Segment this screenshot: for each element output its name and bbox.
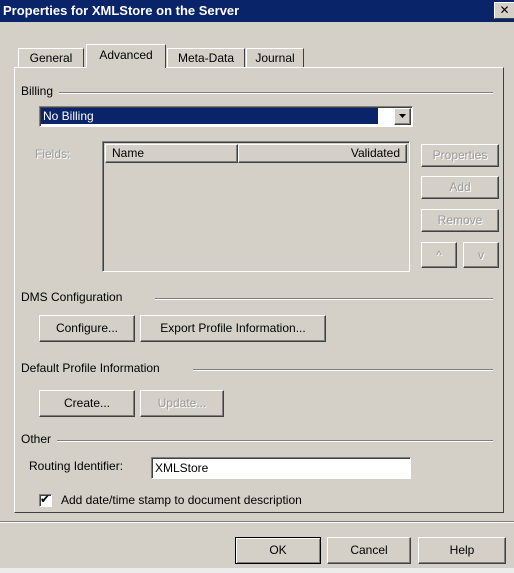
ok-button[interactable]: OK bbox=[235, 537, 321, 564]
tab-label: Advanced bbox=[99, 48, 153, 62]
fields-label: Fields: bbox=[35, 147, 71, 161]
fields-list[interactable]: Name Validated bbox=[102, 141, 410, 272]
column-header-validated[interactable]: Validated bbox=[238, 144, 407, 163]
close-icon: ✕ bbox=[499, 3, 510, 17]
window-bottom-edge bbox=[0, 568, 514, 573]
properties-button[interactable]: Properties bbox=[421, 144, 499, 167]
billing-dropdown[interactable]: No Billing bbox=[39, 106, 413, 127]
default-profile-group-line bbox=[193, 369, 493, 371]
tab-label: Journal bbox=[255, 51, 295, 65]
create-button[interactable]: Create... bbox=[39, 390, 135, 417]
tab-journal[interactable]: Journal bbox=[246, 48, 304, 68]
tab-meta-data[interactable]: Meta-Data bbox=[167, 48, 245, 68]
other-group-line bbox=[57, 440, 493, 442]
dropdown-arrow-button[interactable] bbox=[394, 108, 411, 125]
advanced-tab-panel: Billing No Billing Fields: Name Validate… bbox=[14, 67, 504, 513]
update-button[interactable]: Update... bbox=[140, 390, 224, 417]
remove-button[interactable]: Remove bbox=[421, 209, 499, 232]
default-profile-group-label: Default Profile Information bbox=[21, 361, 164, 375]
check-icon: ✔ bbox=[40, 492, 51, 506]
properties-dialog: Properties for XMLStore on the Server ✕ … bbox=[0, 0, 514, 573]
tab-advanced[interactable]: Advanced bbox=[86, 44, 166, 68]
column-header-name[interactable]: Name bbox=[105, 144, 238, 163]
billing-group-label: Billing bbox=[21, 84, 58, 98]
caret-up-icon: ^ bbox=[436, 248, 442, 262]
window-title: Properties for XMLStore on the Server bbox=[3, 3, 240, 18]
billing-dropdown-value: No Billing bbox=[41, 108, 378, 124]
caret-down-icon: v bbox=[478, 248, 484, 262]
close-button[interactable]: ✕ bbox=[494, 2, 514, 19]
dms-group-line bbox=[155, 298, 493, 300]
routing-identifier-input[interactable]: XMLStore bbox=[151, 457, 411, 479]
move-up-button[interactable]: ^ bbox=[421, 242, 457, 268]
help-button[interactable]: Help bbox=[418, 537, 506, 564]
dms-group-label: DMS Configuration bbox=[21, 290, 127, 304]
routing-identifier-value: XMLStore bbox=[155, 461, 209, 475]
chevron-down-icon bbox=[399, 114, 406, 118]
export-profile-button[interactable]: Export Profile Information... bbox=[140, 315, 326, 342]
tab-label: Meta-Data bbox=[177, 51, 235, 65]
add-button[interactable]: Add bbox=[421, 176, 499, 199]
footer-separator bbox=[0, 521, 514, 523]
configure-button[interactable]: Configure... bbox=[39, 315, 135, 342]
other-group-label: Other bbox=[21, 432, 56, 446]
tab-general[interactable]: General bbox=[18, 48, 84, 68]
cancel-button[interactable]: Cancel bbox=[327, 537, 411, 564]
billing-group-line bbox=[59, 92, 493, 94]
title-bar[interactable]: Properties for XMLStore on the Server ✕ bbox=[0, 0, 514, 22]
move-down-button[interactable]: v bbox=[463, 242, 499, 268]
routing-identifier-label: Routing Identifier: bbox=[29, 459, 124, 473]
tab-label: General bbox=[29, 51, 73, 65]
add-timestamp-label: Add date/time stamp to document descript… bbox=[61, 493, 302, 507]
add-timestamp-checkbox[interactable]: ✔ bbox=[39, 492, 52, 507]
